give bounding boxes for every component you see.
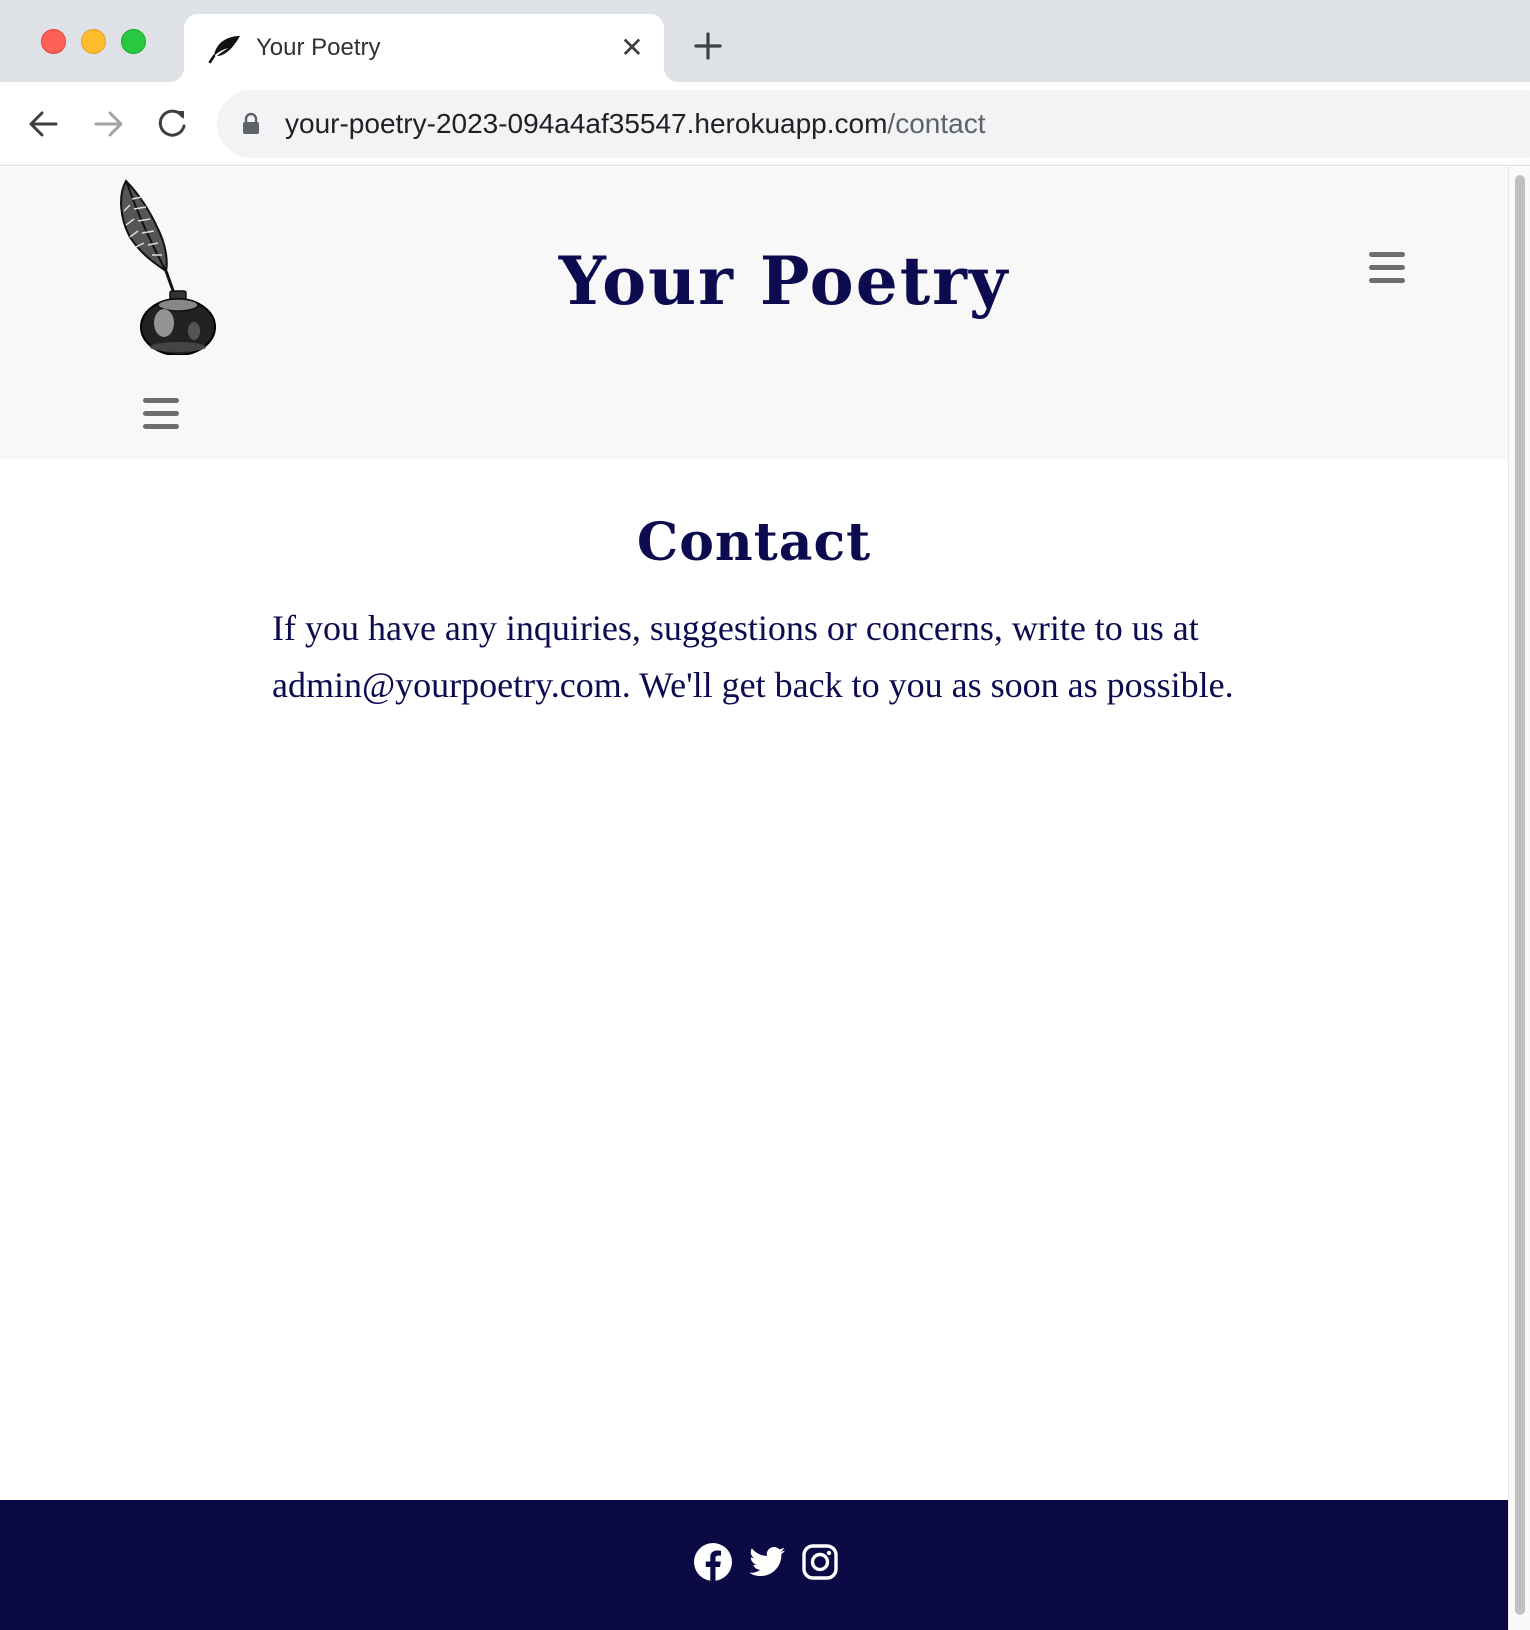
plus-icon[interactable] — [690, 28, 726, 64]
url-text[interactable]: your-poetry-2023-094a4af35547.herokuapp.… — [285, 108, 985, 140]
browser-tab[interactable]: Your Poetry ✕ — [184, 14, 664, 82]
tab-close-icon[interactable]: ✕ — [616, 32, 648, 64]
url-host: your-poetry-2023-094a4af35547.herokuapp.… — [285, 108, 888, 139]
facebook-icon[interactable] — [693, 1542, 733, 1582]
arrow-left-icon[interactable] — [22, 102, 66, 146]
site-title[interactable]: Your Poetry — [0, 242, 1508, 320]
page-title: Contact — [636, 512, 872, 573]
hamburger-icon[interactable] — [1367, 250, 1407, 286]
tab-title: Your Poetry — [256, 34, 381, 61]
tab-strip: Your Poetry ✕ — [0, 0, 1530, 82]
twitter-icon[interactable] — [747, 1542, 787, 1582]
maximize-window-button[interactable] — [121, 29, 146, 54]
site-header: Your Poetry — [0, 167, 1508, 459]
minimize-window-button[interactable] — [81, 29, 106, 54]
url-path: /contact — [887, 108, 986, 139]
lock-icon[interactable] — [241, 112, 261, 136]
page-viewport: Your Poetry Contact If you have any inqu… — [0, 167, 1508, 1630]
address-bar[interactable]: your-poetry-2023-094a4af35547.herokuapp.… — [217, 90, 1530, 158]
hamburger-icon[interactable] — [141, 396, 181, 432]
scrollbar-thumb[interactable] — [1515, 175, 1525, 1615]
contact-text: If you have any inquiries, suggestions o… — [272, 608, 1234, 705]
reload-icon[interactable] — [150, 102, 194, 146]
arrow-right-icon[interactable] — [86, 102, 130, 146]
browser-toolbar: your-poetry-2023-094a4af35547.herokuapp.… — [0, 82, 1530, 166]
instagram-icon[interactable] — [800, 1542, 840, 1582]
close-window-button[interactable] — [41, 29, 66, 54]
site-footer — [0, 1500, 1508, 1630]
quill-icon — [208, 36, 240, 64]
vertical-scrollbar[interactable] — [1508, 167, 1530, 1630]
